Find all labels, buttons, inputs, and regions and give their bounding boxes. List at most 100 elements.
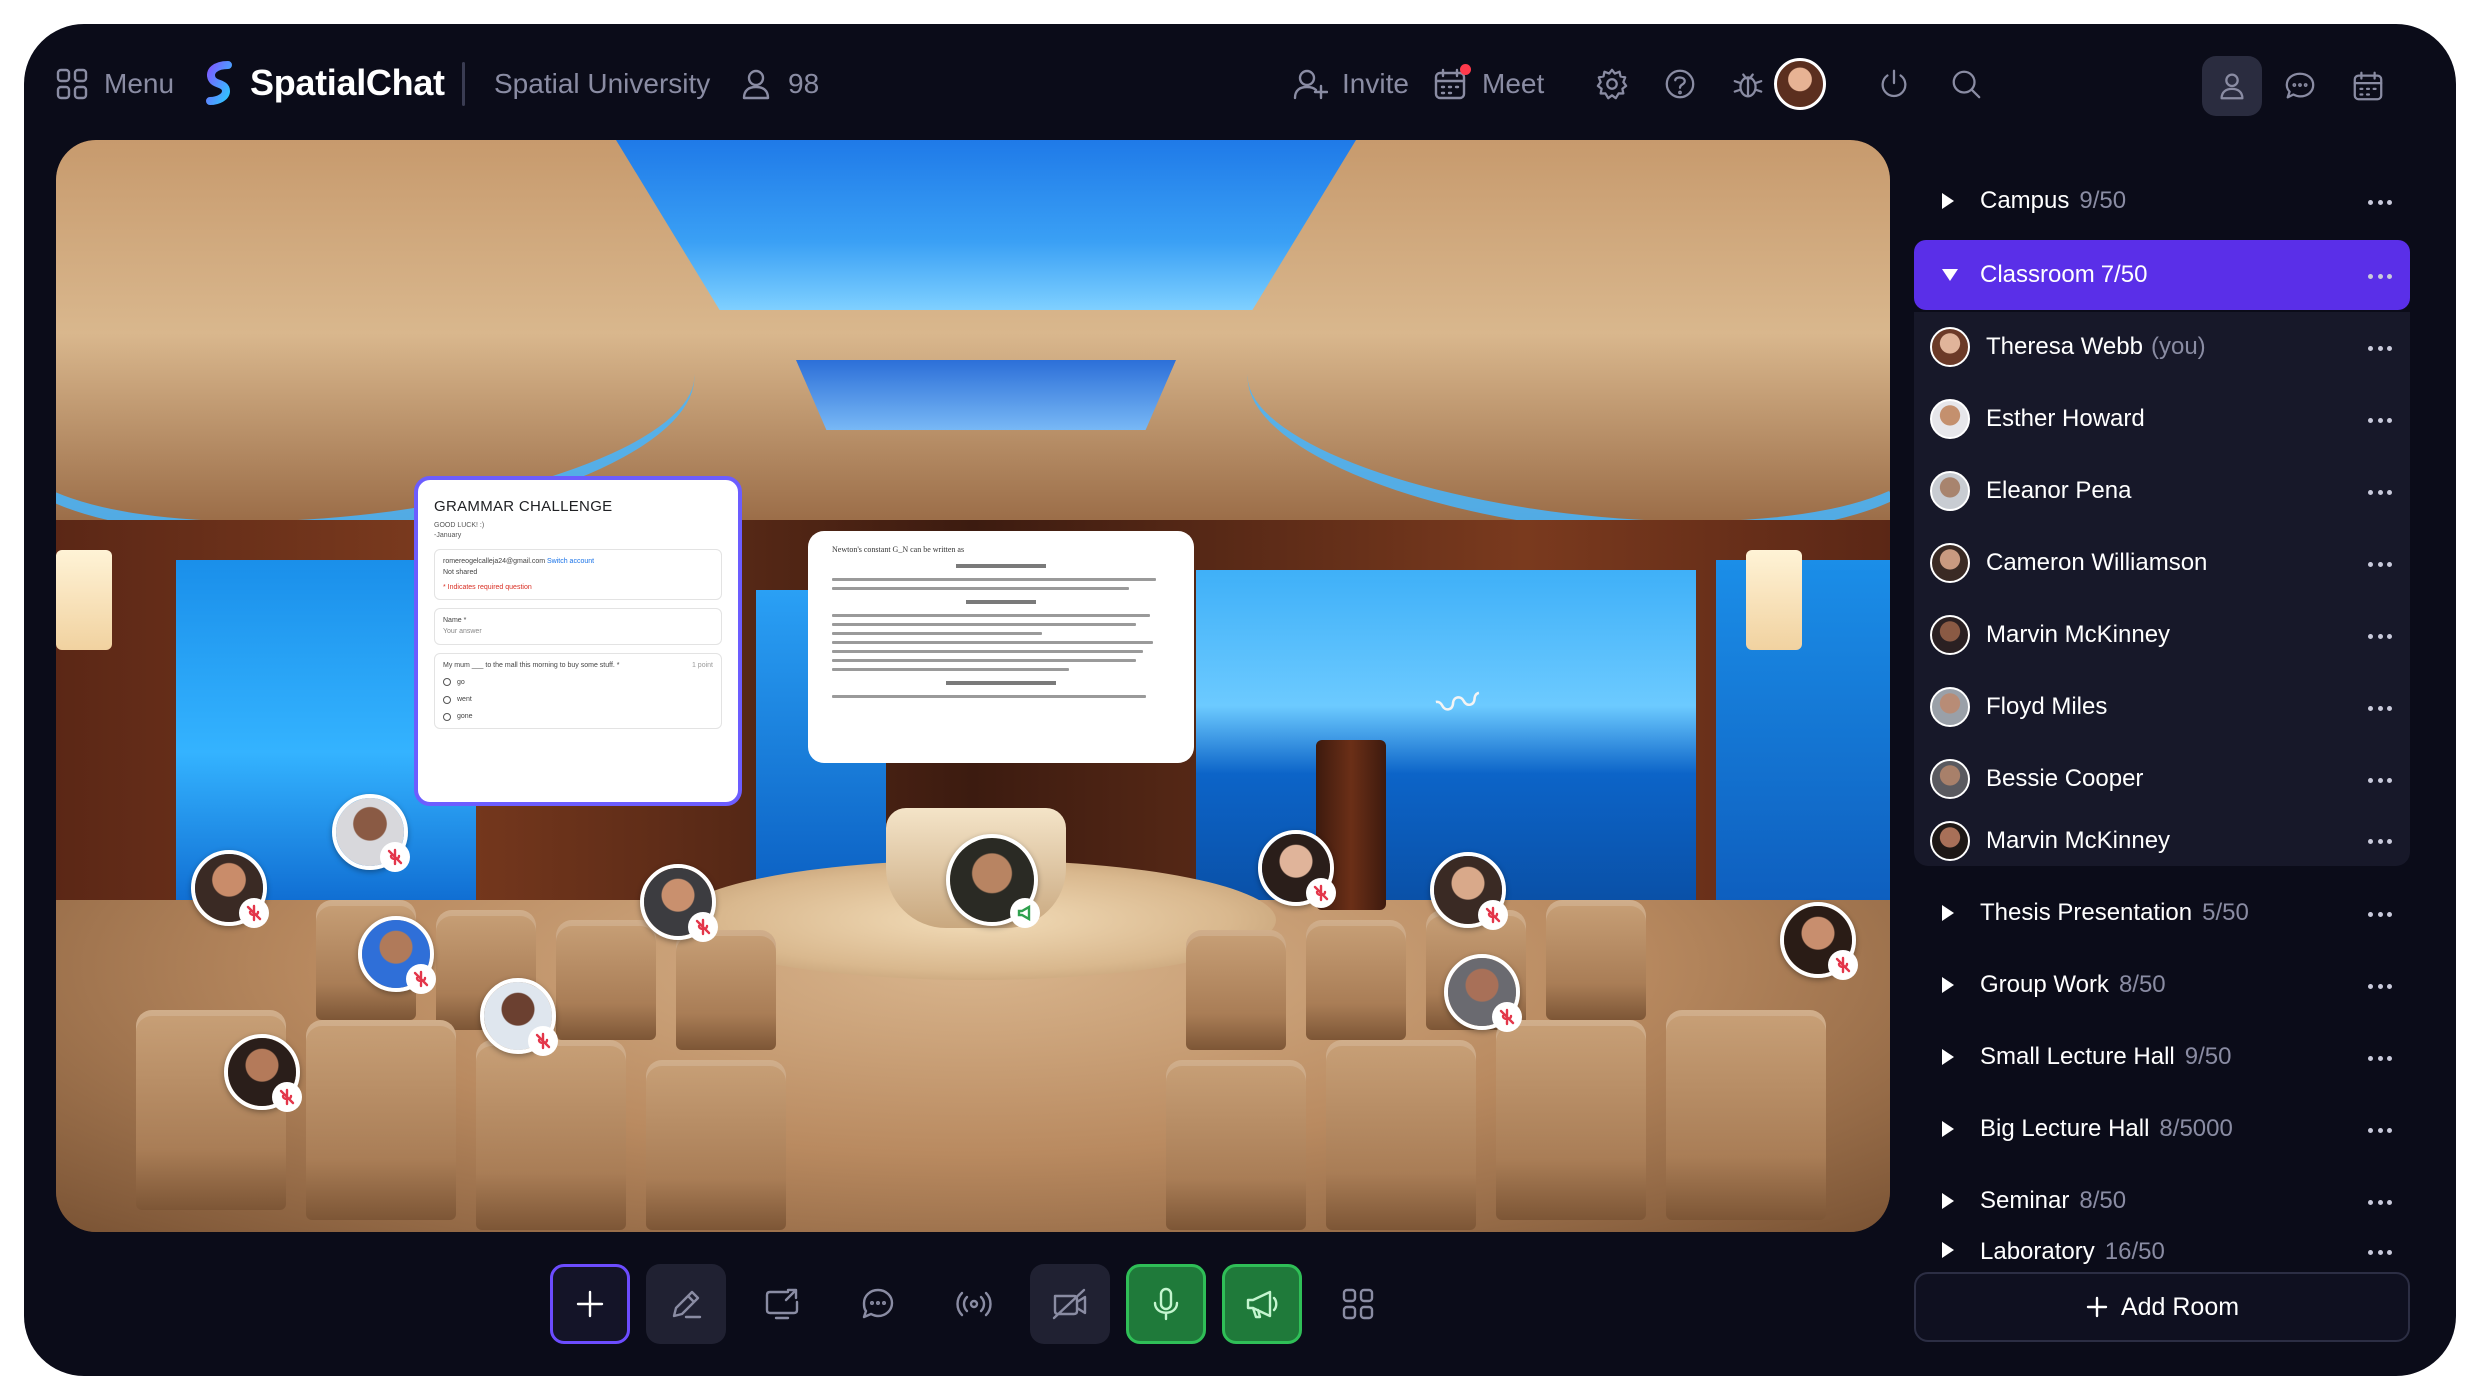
room-item-thesis-presentation[interactable]: Thesis Presentation 5/50 <box>1914 878 2410 948</box>
menu-button[interactable]: Menu <box>54 62 174 106</box>
brand-logo: SpatialChat <box>202 58 445 108</box>
megaphone-button[interactable] <box>1222 1264 1302 1344</box>
chair <box>1186 930 1286 1050</box>
more-options-icon[interactable] <box>2368 1240 2392 1264</box>
avatar <box>1930 687 1970 727</box>
draw-button[interactable] <box>646 1264 726 1344</box>
add-content-button[interactable] <box>550 1264 630 1344</box>
report-bug-button[interactable] <box>1726 62 1770 106</box>
more-options-icon[interactable] <box>2368 902 2392 926</box>
member-row[interactable]: Eleanor Pena <box>1914 456 2410 526</box>
more-options-icon[interactable] <box>2368 480 2392 504</box>
share-screen-button[interactable] <box>742 1264 822 1344</box>
caret-down-icon <box>1942 269 1958 281</box>
form-option[interactable]: went <box>443 694 713 705</box>
participant-avatar[interactable] <box>640 864 718 942</box>
form-option[interactable]: gone <box>443 711 713 722</box>
member-row[interactable]: Marvin McKinney <box>1914 600 2410 670</box>
more-options-icon[interactable] <box>2368 408 2392 432</box>
shared-form-panel[interactable]: GRAMMAR CHALLENGE GOOD LUCK! :) -January… <box>414 476 742 806</box>
form-switch-account-link[interactable]: Switch account <box>547 558 594 565</box>
more-options-icon[interactable] <box>2368 768 2392 792</box>
user-avatar[interactable] <box>1774 58 1826 110</box>
menu-label: Menu <box>104 68 175 99</box>
participant-avatar[interactable] <box>224 1034 302 1112</box>
room-item-big-lecture-hall[interactable]: Big Lecture Hall 8/5000 <box>1914 1094 2410 1164</box>
participant-avatar[interactable] <box>1258 830 1336 908</box>
participant-avatar[interactable] <box>1780 902 1858 980</box>
room-item-seminar[interactable]: Seminar 8/50 <box>1914 1166 2410 1236</box>
room-item-campus[interactable]: Campus 9/50 <box>1914 166 2410 236</box>
participant-avatar[interactable] <box>1444 954 1522 1032</box>
search-button[interactable] <box>1944 62 1988 106</box>
form-answer-placeholder[interactable]: Your answer <box>443 626 713 637</box>
more-options-icon[interactable] <box>2368 1118 2392 1142</box>
form-name-card: Name * Your answer <box>434 608 722 645</box>
apps-button[interactable] <box>1318 1264 1398 1344</box>
form-points: 1 point <box>691 661 713 669</box>
invite-button[interactable]: Invite <box>1292 62 1409 106</box>
room-canvas[interactable]: 〰 GRAMMAR CHALLENGE GOOD LUCK! :) -Janua… <box>56 140 1890 1232</box>
add-room-button[interactable]: Add Room <box>1914 1272 2410 1342</box>
paper-text-line <box>832 587 1130 590</box>
ceiling-screen <box>796 360 1176 430</box>
more-options-icon[interactable] <box>2368 552 2392 576</box>
member-row[interactable]: Cameron Williamson <box>1914 528 2410 598</box>
more-options-icon[interactable] <box>2368 1046 2392 1070</box>
more-options-icon[interactable] <box>2368 264 2392 288</box>
member-row[interactable]: Floyd Miles <box>1914 672 2410 742</box>
room-item-small-lecture-hall[interactable]: Small Lecture Hall 9/50 <box>1914 1022 2410 1092</box>
wall-lamp <box>56 550 112 650</box>
chat-button[interactable] <box>838 1264 918 1344</box>
camera-toggle-button[interactable] <box>1030 1264 1110 1344</box>
calendar-tab[interactable] <box>2338 56 2398 116</box>
camera-off-icon <box>1052 1288 1087 1320</box>
workspace-name[interactable]: Spatial University <box>494 62 710 106</box>
form-account-card: romereogelcalleja24@gmail.com Switch acc… <box>434 548 722 601</box>
form-subtitle-line: GOOD LUCK! :) <box>434 522 485 529</box>
leave-button[interactable] <box>1872 62 1916 106</box>
microphone-button[interactable] <box>1126 1264 1206 1344</box>
more-options-icon[interactable] <box>2368 829 2392 853</box>
more-options-icon[interactable] <box>2368 696 2392 720</box>
add-room-label: Add Room <box>2120 1292 2240 1321</box>
member-row[interactable]: Theresa Webb (you) <box>1914 312 2410 382</box>
more-options-icon[interactable] <box>2368 624 2392 648</box>
more-options-icon[interactable] <box>2368 974 2392 998</box>
user-plus-icon <box>1293 69 1328 100</box>
megaphone-icon <box>1010 898 1040 928</box>
member-row[interactable]: Bessie Cooper <box>1914 744 2410 814</box>
participant-avatar[interactable] <box>191 850 269 928</box>
room-item-group-work[interactable]: Group Work 8/50 <box>1914 950 2410 1020</box>
avatar <box>1930 399 1970 439</box>
member-row[interactable]: Marvin McKinney <box>1914 816 2410 866</box>
shared-paper-panel[interactable]: Newton's constant G_N can be written as <box>808 531 1194 763</box>
participant-avatar[interactable] <box>358 916 436 994</box>
ocean-window-far-right <box>1716 560 1890 900</box>
help-button[interactable] <box>1658 62 1702 106</box>
top-bar: Menu SpatialChat Spatial University 98 I… <box>24 24 2456 144</box>
people-tab[interactable] <box>2202 56 2262 116</box>
settings-button[interactable] <box>1590 62 1634 106</box>
paper-first-line: Newton's constant G_N can be written as <box>832 545 965 554</box>
more-options-icon[interactable] <box>2368 1190 2392 1214</box>
room-name: Campus <box>1980 187 2070 214</box>
paper-text-line <box>832 659 1137 662</box>
caret-right-icon <box>1942 905 1954 921</box>
muted-mic-icon <box>406 964 436 994</box>
chat-icon <box>2285 72 2315 99</box>
participant-avatar[interactable] <box>480 978 558 1056</box>
more-options-icon[interactable] <box>2368 190 2392 214</box>
chat-tab[interactable] <box>2270 56 2330 116</box>
participants-count[interactable]: 98 <box>738 62 819 106</box>
broadcast-button[interactable] <box>934 1264 1014 1344</box>
form-option[interactable]: go <box>443 677 713 688</box>
participant-avatar[interactable] <box>1430 852 1508 930</box>
speaker-avatar[interactable] <box>946 834 1040 928</box>
participant-avatar[interactable] <box>332 794 410 872</box>
meet-button[interactable]: Meet <box>1432 62 1544 106</box>
member-row[interactable]: Esther Howard <box>1914 384 2410 454</box>
room-item-classroom[interactable]: Classroom 7/50 <box>1914 240 2410 310</box>
more-options-icon[interactable] <box>2368 336 2392 360</box>
caret-right-icon <box>1942 1242 1954 1258</box>
